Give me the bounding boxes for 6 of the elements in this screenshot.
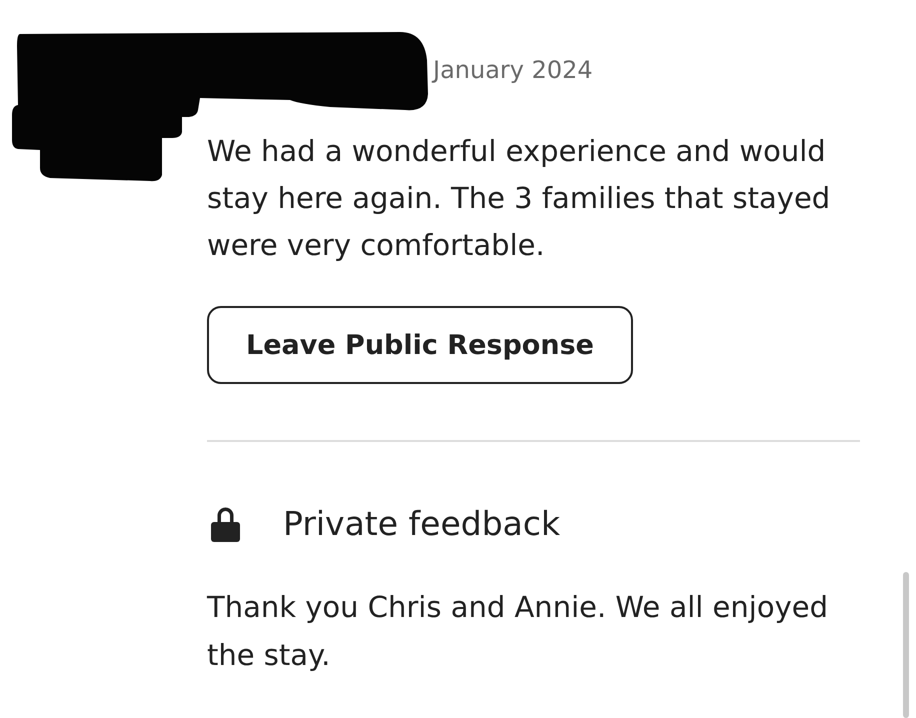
feedback-text: Thank you Chris and Annie. We all enjoyed the stay. [207,589,829,674]
lock-icon [211,506,240,542]
review-date: January 2024 [433,56,593,84]
section-title: Private feedback [283,504,560,544]
review-text: We had a wonderful experience and would stay here again. The 3 families that stayed were very comfortable. [207,133,832,264]
leave-response-button[interactable]: Leave Public Response [207,306,633,384]
